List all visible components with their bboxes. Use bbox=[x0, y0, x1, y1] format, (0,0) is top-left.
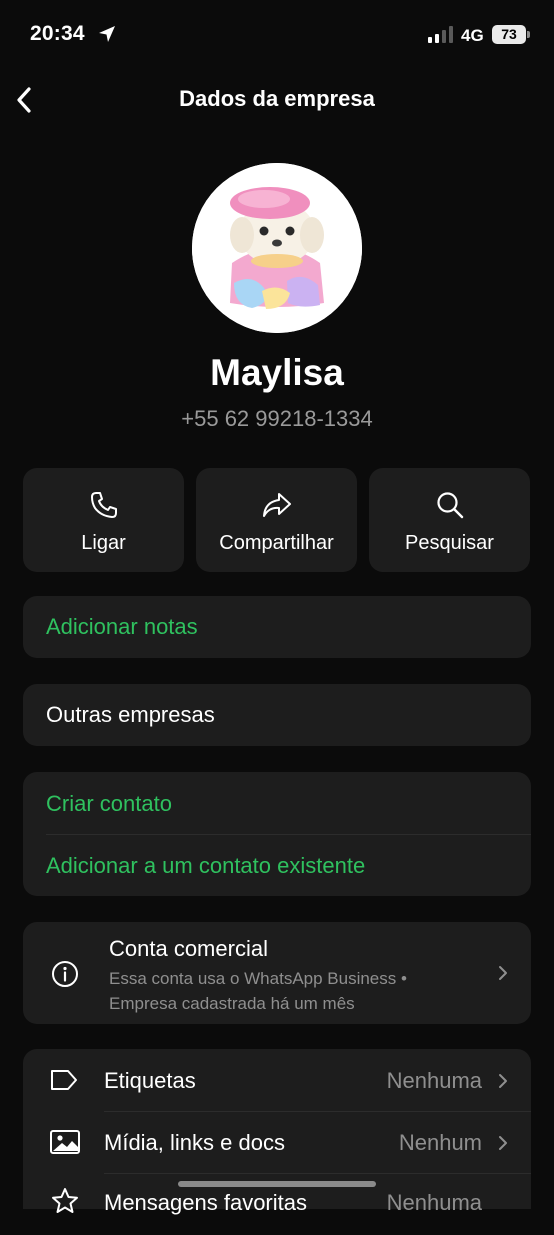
call-button[interactable]: Ligar bbox=[23, 468, 184, 572]
avatar[interactable] bbox=[192, 163, 362, 333]
create-contact-button[interactable]: Criar contato bbox=[23, 772, 531, 834]
battery-nub bbox=[527, 31, 530, 38]
image-icon bbox=[50, 1130, 80, 1154]
search-icon bbox=[436, 492, 463, 519]
page-title: Dados da empresa bbox=[179, 86, 375, 111]
star-icon bbox=[52, 1188, 78, 1213]
add-existing-contact-label: Adicionar a um contato existente bbox=[46, 853, 366, 878]
add-notes-card[interactable]: Adicionar notas bbox=[23, 596, 531, 658]
starred-label: Mensagens favoritas bbox=[104, 1190, 307, 1215]
chevron-right-icon bbox=[499, 1074, 507, 1088]
other-companies-card[interactable]: Outras empresas bbox=[23, 684, 531, 746]
avatar-image bbox=[192, 163, 362, 333]
search-button[interactable]: Pesquisar bbox=[369, 468, 530, 572]
create-contact-label: Criar contato bbox=[46, 791, 172, 816]
call-label: Ligar bbox=[81, 532, 126, 554]
business-account-card[interactable]: Conta comercial Essa conta usa o WhatsAp… bbox=[23, 922, 531, 1024]
search-label: Pesquisar bbox=[405, 532, 494, 554]
phone-icon bbox=[90, 492, 117, 518]
profile-name: Maylisa bbox=[210, 352, 344, 393]
signal-icon bbox=[428, 26, 453, 43]
status-time: 20:34 bbox=[30, 22, 85, 45]
chevron-right-icon bbox=[499, 966, 507, 980]
media-value: Nenhum bbox=[398, 1130, 482, 1155]
battery-icon: 73 bbox=[492, 25, 526, 44]
network-type: 4G bbox=[461, 26, 484, 45]
label-icon bbox=[51, 1070, 77, 1090]
share-icon bbox=[262, 493, 291, 517]
media-label: Mídia, links e docs bbox=[104, 1130, 285, 1155]
add-notes-link[interactable]: Adicionar notas bbox=[46, 614, 198, 640]
other-companies-label[interactable]: Outras empresas bbox=[46, 702, 215, 728]
business-account-title: Conta comercial bbox=[109, 936, 268, 961]
location-arrow-icon bbox=[99, 26, 115, 42]
labels-value: Nenhuma bbox=[386, 1068, 482, 1093]
chevron-right-icon bbox=[499, 1136, 507, 1150]
starred-value: Nenhuma bbox=[386, 1190, 482, 1215]
labels-label: Etiquetas bbox=[104, 1068, 196, 1093]
profile-phone: +55 62 99218-1334 bbox=[181, 406, 373, 431]
media-links-docs-row[interactable]: Mídia, links e docs Nenhum bbox=[23, 1111, 531, 1173]
nav-bar: Dados da empresa bbox=[0, 70, 554, 130]
home-indicator bbox=[178, 1181, 376, 1187]
labels-row[interactable]: Etiquetas Nenhuma bbox=[23, 1049, 531, 1111]
add-existing-contact-button[interactable]: Adicionar a um contato existente bbox=[23, 834, 531, 896]
share-button[interactable]: Compartilhar bbox=[196, 468, 357, 572]
contact-options-card: Criar contato Adicionar a um contato exi… bbox=[23, 772, 531, 896]
business-account-subtitle: Essa conta usa o WhatsApp Business • Emp… bbox=[109, 969, 407, 1013]
info-icon bbox=[52, 961, 78, 987]
share-label: Compartilhar bbox=[219, 532, 334, 554]
status-bar: 20:34 4G 73 bbox=[0, 0, 554, 70]
